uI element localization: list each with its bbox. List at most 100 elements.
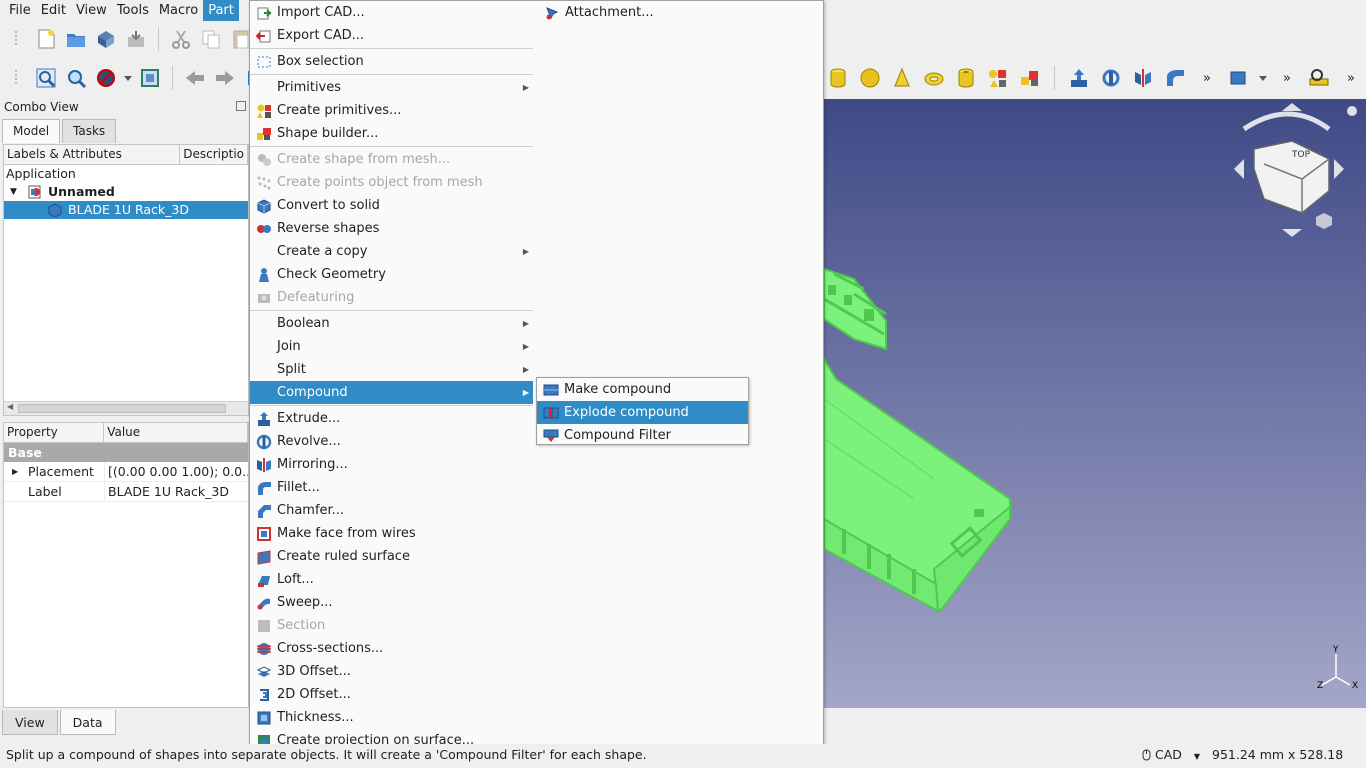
menu-item-join[interactable]: Join ▶ bbox=[250, 335, 533, 358]
navigation-style-selector[interactable]: CAD ▼ bbox=[1142, 745, 1200, 767]
menu-item-box-selection[interactable]: Box selection bbox=[250, 50, 533, 73]
menu-item-ruled-surface[interactable]: Create ruled surface bbox=[250, 545, 533, 568]
3d-viewport[interactable]: TOP Y Z X bbox=[824, 99, 1366, 708]
model-tree[interactable]: Labels & Attributes Descriptio Applicati… bbox=[3, 144, 249, 416]
shape-builder-icon[interactable] bbox=[1018, 66, 1042, 90]
tree-document[interactable]: ▼ Unnamed bbox=[4, 183, 248, 201]
menu-item-label: Create a copy bbox=[277, 244, 368, 259]
tree-horizontal-scrollbar[interactable]: ◀ bbox=[4, 401, 248, 415]
property-value[interactable]: BLADE 1U Rack_3D bbox=[105, 482, 248, 501]
menu-view[interactable]: View bbox=[71, 0, 112, 21]
menu-item-chamfer[interactable]: Chamfer... bbox=[250, 499, 533, 522]
tree-header-labels[interactable]: Labels & Attributes bbox=[4, 145, 181, 164]
property-header-value[interactable]: Value bbox=[104, 423, 248, 442]
property-row-placement[interactable]: ▶ Placement [(0.00 0.00 1.00); 0.0... bbox=[4, 462, 248, 482]
sphere-icon[interactable] bbox=[858, 66, 882, 90]
more-tools-icon[interactable]: » bbox=[1339, 66, 1363, 90]
menu-item-extrude[interactable]: Extrude... bbox=[250, 407, 533, 430]
menu-item-make-face[interactable]: Make face from wires bbox=[250, 522, 533, 545]
menu-item-reverse-shapes[interactable]: Reverse shapes bbox=[250, 217, 533, 240]
bounding-box-icon[interactable] bbox=[138, 66, 162, 90]
property-value[interactable]: [(0.00 0.00 1.00); 0.0... bbox=[105, 462, 248, 481]
menu-item-create-primitives[interactable]: Create primitives... bbox=[250, 99, 533, 122]
dropdown-arrow-icon[interactable] bbox=[1259, 66, 1267, 90]
menu-item-thickness[interactable]: Thickness... bbox=[250, 706, 533, 729]
view-box-icon[interactable] bbox=[1227, 66, 1251, 90]
menu-item-loft[interactable]: Loft... bbox=[250, 568, 533, 591]
menu-item-attachment[interactable]: Attachment... bbox=[538, 1, 818, 24]
tab-data[interactable]: Data bbox=[59, 710, 116, 735]
expand-arrow-icon[interactable]: ▼ bbox=[10, 183, 17, 201]
menu-item-shape-from-mesh[interactable]: Create shape from mesh... bbox=[250, 148, 533, 171]
tree-root[interactable]: Application bbox=[4, 165, 248, 183]
menu-item-explode-compound[interactable]: Explode compound bbox=[537, 401, 748, 424]
cylinder-icon[interactable] bbox=[826, 66, 850, 90]
menu-item-compound-filter[interactable]: Compound Filter bbox=[537, 424, 748, 447]
menu-item-mirroring[interactable]: Mirroring... bbox=[250, 453, 533, 476]
menu-item-revolve[interactable]: Revolve... bbox=[250, 430, 533, 453]
menu-item-shape-builder[interactable]: Shape builder... bbox=[250, 122, 533, 145]
tube-icon[interactable] bbox=[954, 66, 978, 90]
save-icon[interactable] bbox=[94, 27, 118, 51]
menu-item-import-cad[interactable]: Import CAD... bbox=[250, 1, 533, 24]
fillet-icon[interactable] bbox=[1163, 66, 1187, 90]
menu-item-primitives[interactable]: Primitives ▶ bbox=[250, 76, 533, 99]
fit-selection-icon[interactable] bbox=[64, 66, 88, 90]
menu-item-compound[interactable]: Compound ▶ bbox=[250, 381, 533, 404]
measure-icon[interactable] bbox=[1307, 66, 1331, 90]
menu-macro[interactable]: Macro bbox=[154, 0, 203, 21]
fit-all-icon[interactable] bbox=[34, 66, 58, 90]
float-panel-button[interactable] bbox=[236, 101, 246, 111]
property-editor[interactable]: Property Value Base ▶ Placement [(0.00 0… bbox=[3, 422, 249, 708]
menu-tools[interactable]: Tools bbox=[112, 0, 154, 21]
save-as-icon[interactable] bbox=[124, 27, 148, 51]
menu-item-section[interactable]: Section bbox=[250, 614, 533, 637]
menu-item-make-compound[interactable]: Make compound bbox=[537, 378, 748, 401]
tab-view[interactable]: View bbox=[2, 710, 58, 735]
copy-icon[interactable] bbox=[199, 27, 223, 51]
menu-item-convert-to-solid[interactable]: Convert to solid bbox=[250, 194, 533, 217]
cone-icon[interactable] bbox=[890, 66, 914, 90]
more-tools-icon[interactable]: » bbox=[1275, 66, 1299, 90]
grip-handle-icon[interactable] bbox=[4, 66, 28, 90]
menu-edit[interactable]: Edit bbox=[36, 0, 71, 21]
menu-item-export-cad[interactable]: Export CAD... bbox=[250, 24, 533, 47]
create-primitives-icon[interactable] bbox=[986, 66, 1010, 90]
open-folder-icon[interactable] bbox=[64, 27, 88, 51]
grip-handle-icon[interactable] bbox=[4, 27, 28, 51]
tree-object[interactable]: BLADE 1U Rack_3D bbox=[4, 201, 248, 219]
menu-item-2d-offset[interactable]: 2D Offset... bbox=[250, 683, 533, 706]
menu-item-defeaturing[interactable]: Defeaturing bbox=[250, 286, 533, 309]
expand-arrow-icon[interactable]: ▶ bbox=[12, 462, 18, 482]
menu-item-3d-offset[interactable]: 3D Offset... bbox=[250, 660, 533, 683]
torus-icon[interactable] bbox=[922, 66, 946, 90]
new-document-icon[interactable] bbox=[34, 27, 58, 51]
dropdown-arrow-icon[interactable] bbox=[124, 66, 132, 90]
tab-model[interactable]: Model bbox=[2, 119, 61, 143]
menu-item-split[interactable]: Split ▶ bbox=[250, 358, 533, 381]
menu-item-create-copy[interactable]: Create a copy ▶ bbox=[250, 240, 533, 263]
menu-file[interactable]: File bbox=[4, 0, 36, 21]
navigation-cube[interactable]: TOP bbox=[1234, 103, 1357, 237]
menu-part[interactable]: Part bbox=[203, 0, 239, 21]
draw-style-icon[interactable] bbox=[94, 66, 118, 90]
cut-icon[interactable] bbox=[169, 27, 193, 51]
menu-item-check-geometry[interactable]: Check Geometry bbox=[250, 263, 533, 286]
extrude-icon[interactable] bbox=[1067, 66, 1091, 90]
forward-arrow-icon[interactable] bbox=[213, 66, 237, 90]
mirror-icon[interactable] bbox=[1131, 66, 1155, 90]
menu-item-boolean[interactable]: Boolean ▶ bbox=[250, 312, 533, 335]
menu-item-cross-sections[interactable]: Cross-sections... bbox=[250, 637, 533, 660]
menu-item-points-from-mesh[interactable]: Create points object from mesh bbox=[250, 171, 533, 194]
revolve-icon[interactable] bbox=[1099, 66, 1123, 90]
scrollbar-thumb[interactable] bbox=[18, 404, 226, 413]
property-header-property[interactable]: Property bbox=[4, 423, 105, 442]
more-tools-icon[interactable]: » bbox=[1195, 66, 1219, 90]
tab-tasks[interactable]: Tasks bbox=[62, 119, 117, 143]
tree-header-description[interactable]: Descriptio bbox=[180, 145, 248, 164]
menu-item-fillet[interactable]: Fillet... bbox=[250, 476, 533, 499]
menu-item-sweep[interactable]: Sweep... bbox=[250, 591, 533, 614]
scroll-left-icon[interactable]: ◀ bbox=[7, 402, 13, 411]
property-row-label[interactable]: Label BLADE 1U Rack_3D bbox=[4, 482, 248, 502]
back-arrow-icon[interactable] bbox=[183, 66, 207, 90]
